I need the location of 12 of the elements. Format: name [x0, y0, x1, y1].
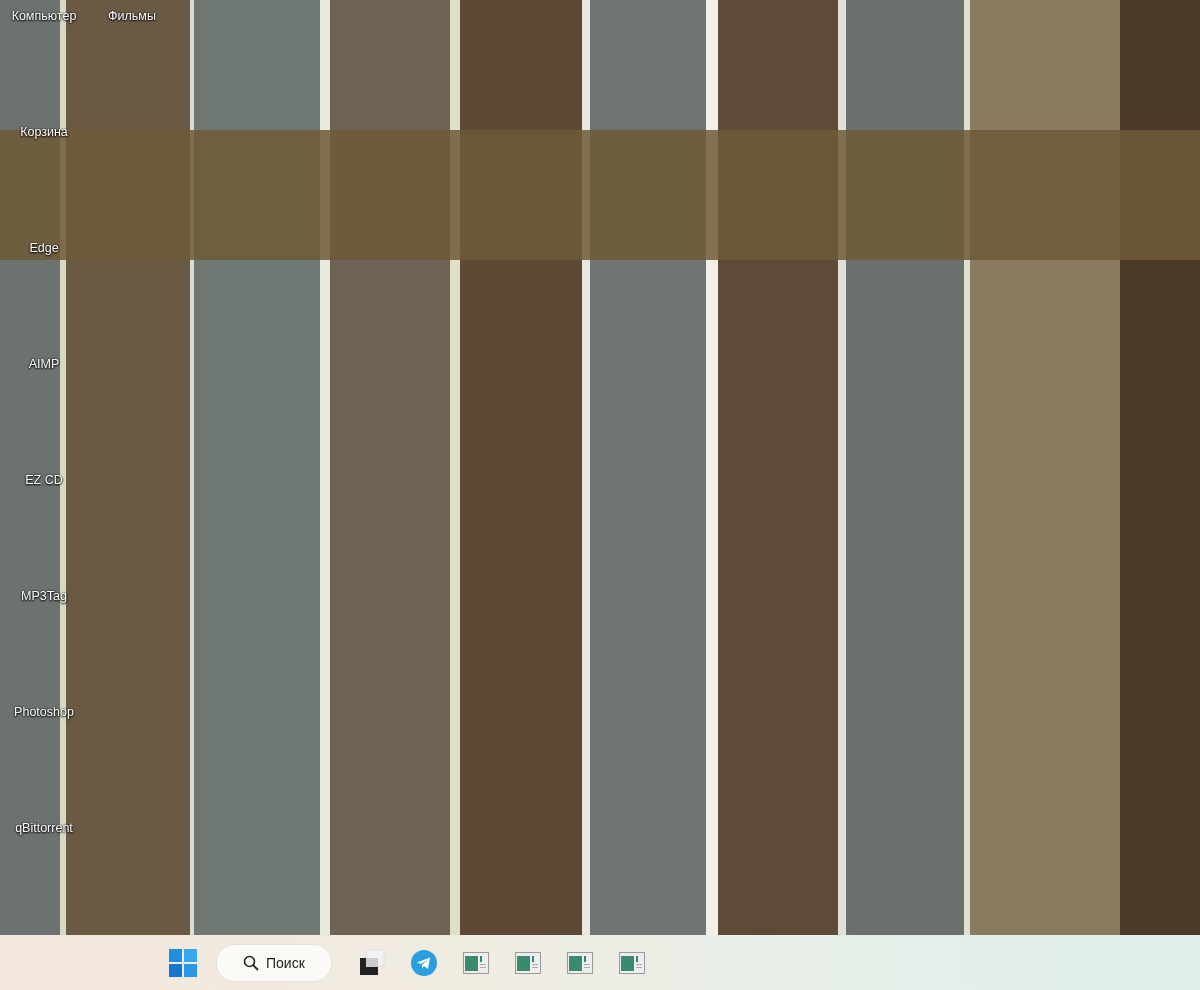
- desktop-icon-label[interactable]: Edge: [29, 241, 59, 255]
- desktop-icon-label[interactable]: AIMP: [28, 357, 60, 371]
- search-icon: [243, 954, 259, 971]
- window-thumbnail-icon[interactable]: [462, 951, 489, 974]
- search-field[interactable]: Поиск: [216, 943, 332, 982]
- paper-plane-icon[interactable]: [410, 949, 437, 976]
- window-thumbnail-icon[interactable]: [566, 951, 593, 974]
- window-thumbnail-icon[interactable]: [514, 951, 541, 974]
- desktop-icon-label[interactable]: Фильмы: [108, 9, 156, 23]
- window-thumbnail-icon[interactable]: [618, 951, 645, 974]
- start-icon[interactable]: [168, 947, 198, 978]
- desktop-icon-label[interactable]: Корзина: [20, 125, 68, 139]
